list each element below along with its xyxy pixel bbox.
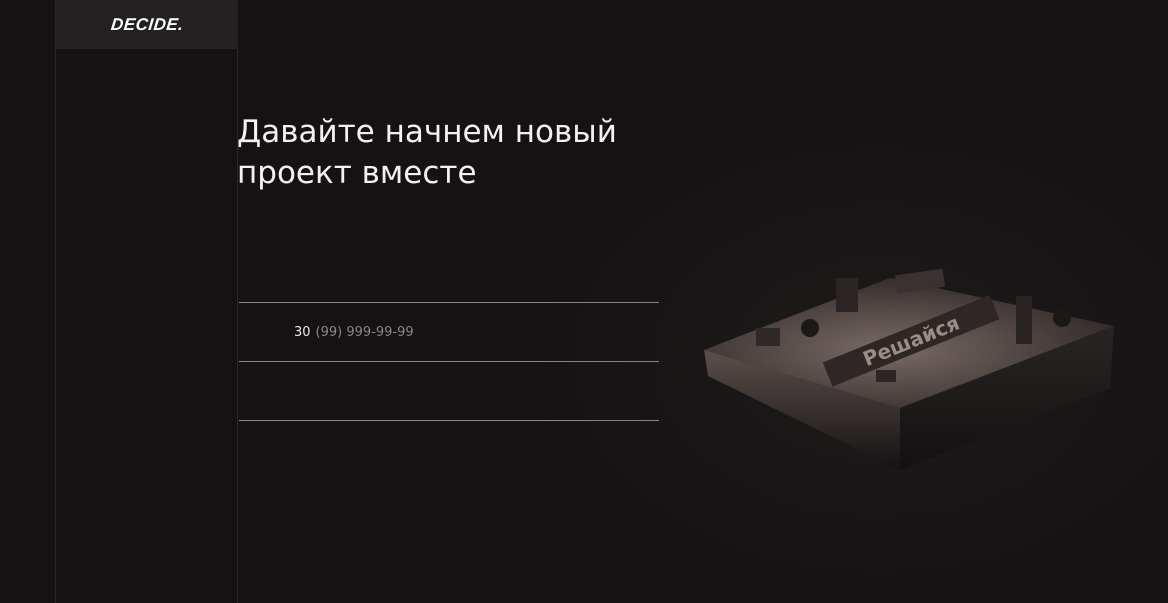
page-title-line-1: Давайте начнем новый [237, 114, 617, 150]
name-input[interactable] [239, 244, 659, 302]
logo-link[interactable]: DECIDE. [56, 0, 238, 49]
3d-block-model-icon: Решайся [704, 268, 1114, 470]
phone-country-code: 30 [294, 324, 311, 340]
grid-divider-right [237, 0, 238, 603]
page-title-line-2: проект вместе [237, 155, 477, 191]
name-field[interactable] [239, 244, 659, 303]
phone-field[interactable]: 30 (99) 999-99-99 [239, 303, 659, 362]
contact-page: DECIDE. Давайте начнем новый проект вмес… [0, 0, 1168, 603]
grid-divider-left [55, 0, 56, 603]
page-title: Давайте начнем новый проект вместе [237, 112, 657, 194]
logo-text: DECIDE. [109, 14, 185, 34]
email-field[interactable] [239, 362, 659, 421]
phone-mask-placeholder: (99) 999-99-99 [315, 324, 414, 340]
phone-input[interactable]: 30 (99) 999-99-99 [239, 325, 414, 340]
email-input[interactable] [239, 362, 659, 420]
